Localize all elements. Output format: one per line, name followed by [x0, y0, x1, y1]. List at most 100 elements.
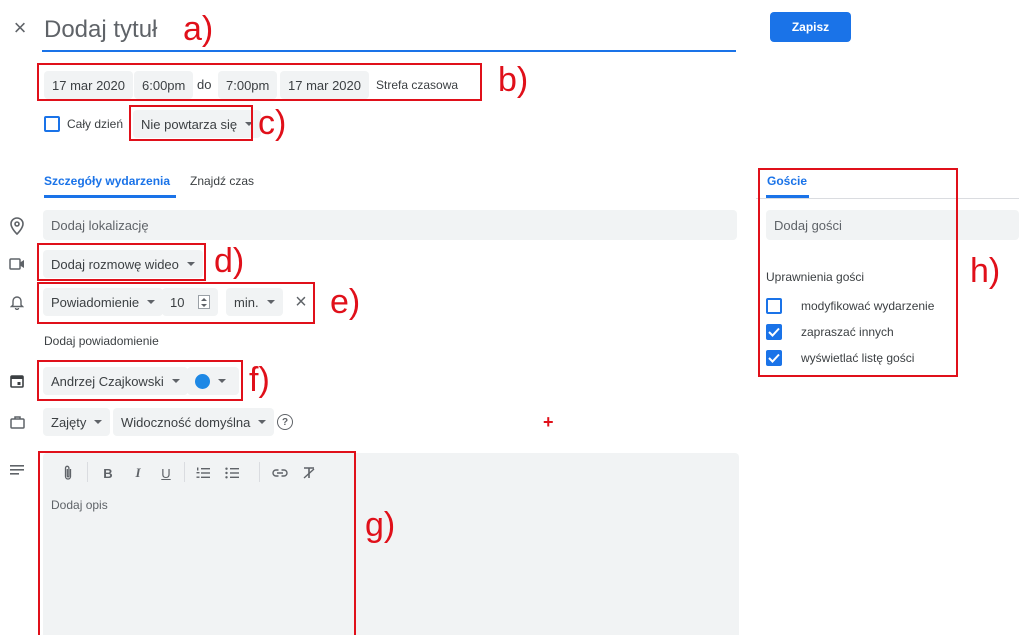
- toolbar-divider: [259, 462, 260, 482]
- busy-dropdown[interactable]: Zajęty: [43, 408, 111, 436]
- attachment-button[interactable]: [58, 463, 78, 483]
- notification-unit-dropdown[interactable]: min.: [226, 288, 283, 316]
- end-date-chip[interactable]: 17 mar 2020: [280, 71, 369, 99]
- repeat-dropdown[interactable]: Nie powtarza się: [133, 110, 262, 138]
- permission-label-modify: modyfikować wydarzenie: [801, 299, 935, 313]
- permission-label-see-list: wyświetlać listę gości: [801, 351, 915, 365]
- tab-event-details-label: Szczegóły wydarzenia: [44, 174, 171, 188]
- chevron-down-icon: [266, 300, 275, 304]
- chevron-down-icon: [94, 420, 103, 424]
- link-button[interactable]: [270, 463, 290, 483]
- annotation-h: h): [970, 252, 1001, 290]
- start-time: 6:00pm: [142, 77, 186, 93]
- tab-event-details[interactable]: Szczegóły wydarzenia: [44, 174, 170, 188]
- title-placeholder: Dodaj tytuł: [44, 16, 158, 43]
- chevron-down-icon: [186, 262, 195, 266]
- notification-type-label: Powiadomienie: [51, 294, 140, 310]
- clear-formatting-button[interactable]: [299, 463, 319, 483]
- underline-button[interactable]: U: [156, 463, 176, 483]
- chevron-down-icon: [258, 420, 267, 424]
- chevron-down-icon: [218, 379, 226, 383]
- guest-permissions-title: Uprawnienia gości: [766, 270, 865, 284]
- bold-icon: B: [103, 465, 113, 481]
- check-icon: [768, 353, 780, 363]
- permission-checkbox-modify[interactable]: [766, 298, 782, 314]
- location-pin-icon: [8, 217, 26, 235]
- add-guests-input[interactable]: Dodaj gości: [766, 210, 1019, 240]
- tab-find-time[interactable]: Znajdź czas: [190, 174, 254, 188]
- bold-button[interactable]: B: [98, 463, 118, 483]
- chevron-down-icon: [147, 300, 156, 304]
- video-call-dropdown[interactable]: Dodaj rozmowę wideo: [43, 250, 203, 278]
- notification-type-dropdown[interactable]: Powiadomienie: [43, 288, 164, 316]
- chevron-down-icon: [171, 379, 180, 383]
- calendar-owner-label: Andrzej Czajkowski: [51, 373, 164, 389]
- end-date: 17 mar 2020: [288, 77, 361, 93]
- allday-checkbox[interactable]: [44, 116, 60, 132]
- visibility-label: Widoczność domyślna: [121, 414, 251, 430]
- permission-checkbox-see-list[interactable]: [766, 350, 782, 366]
- annotation-f: f): [249, 361, 270, 399]
- end-time-chip[interactable]: 7:00pm: [218, 71, 278, 99]
- annotation-d: d): [214, 242, 245, 280]
- paperclip-icon: [64, 465, 72, 480]
- briefcase-icon: [8, 413, 26, 431]
- permission-checkbox-invite[interactable]: [766, 324, 782, 340]
- tab-underline: [44, 195, 176, 198]
- help-icon: ?: [281, 416, 289, 428]
- save-label: Zapisz: [791, 20, 830, 34]
- location-input[interactable]: Dodaj lokalizację: [43, 210, 737, 240]
- guests-divider: [756, 198, 1019, 199]
- add-notification-label: Dodaj powiadomienie: [44, 334, 159, 348]
- stepper-arrows-icon[interactable]: [198, 295, 210, 309]
- start-date-chip[interactable]: 17 mar 2020: [44, 71, 133, 99]
- link-icon: [272, 469, 288, 477]
- bell-icon: [8, 293, 26, 311]
- notification-value-stepper[interactable]: 10: [162, 288, 218, 316]
- save-button[interactable]: Zapisz: [770, 12, 851, 42]
- bulleted-list-button[interactable]: [222, 463, 242, 483]
- italic-button[interactable]: I: [128, 463, 148, 483]
- title-input[interactable]: Dodaj tytuł: [42, 10, 736, 52]
- color-dot: [195, 373, 210, 389]
- annotation-g: g): [365, 506, 396, 544]
- numbered-list-button[interactable]: [193, 463, 213, 483]
- italic-icon: I: [135, 465, 141, 480]
- add-notification-link[interactable]: Dodaj powiadomienie: [44, 334, 159, 348]
- video-camera-icon: [8, 256, 26, 272]
- annotation-c: c): [258, 104, 287, 142]
- calendar-color-dropdown[interactable]: [187, 367, 239, 395]
- start-date: 17 mar 2020: [52, 77, 125, 93]
- date-separator: do: [197, 77, 212, 92]
- tab-guests[interactable]: Goście: [767, 174, 807, 188]
- end-time: 7:00pm: [226, 77, 270, 93]
- bulleted-list-icon: [225, 467, 239, 479]
- timezone-label: Strefa czasowa: [376, 78, 459, 92]
- tab-find-time-label: Znajdź czas: [190, 174, 255, 188]
- notification-value: 10: [170, 294, 185, 310]
- close-icon: ×: [13, 15, 27, 40]
- allday-label: Cały dzień: [67, 117, 124, 131]
- location-placeholder: Dodaj lokalizację: [51, 217, 149, 233]
- permission-label-invite: zapraszać innych: [801, 325, 894, 339]
- help-button[interactable]: ?: [277, 414, 293, 430]
- start-time-chip[interactable]: 6:00pm: [134, 71, 194, 99]
- tab-guests-label: Goście: [767, 174, 808, 188]
- add-guests-placeholder: Dodaj gości: [774, 217, 842, 233]
- clear-formatting-icon: [303, 467, 315, 479]
- underline-icon: U: [161, 465, 171, 481]
- annotation-e: e): [330, 283, 361, 321]
- timezone-button[interactable]: Strefa czasowa: [376, 78, 458, 92]
- calendar-owner-dropdown[interactable]: Andrzej Czajkowski: [43, 367, 188, 395]
- remove-notification-button[interactable]: ×: [292, 291, 310, 313]
- check-icon: [768, 327, 780, 337]
- close-icon: ×: [295, 290, 307, 313]
- description-lines-icon: [8, 462, 26, 478]
- description-placeholder: Dodaj opis: [51, 498, 108, 512]
- repeat-label: Nie powtarza się: [141, 116, 238, 132]
- chevron-down-icon: [245, 122, 254, 126]
- close-button[interactable]: ×: [10, 15, 30, 40]
- toolbar-divider: [87, 462, 88, 482]
- visibility-dropdown[interactable]: Widoczność domyślna: [113, 408, 275, 436]
- toolbar-divider: [184, 462, 185, 482]
